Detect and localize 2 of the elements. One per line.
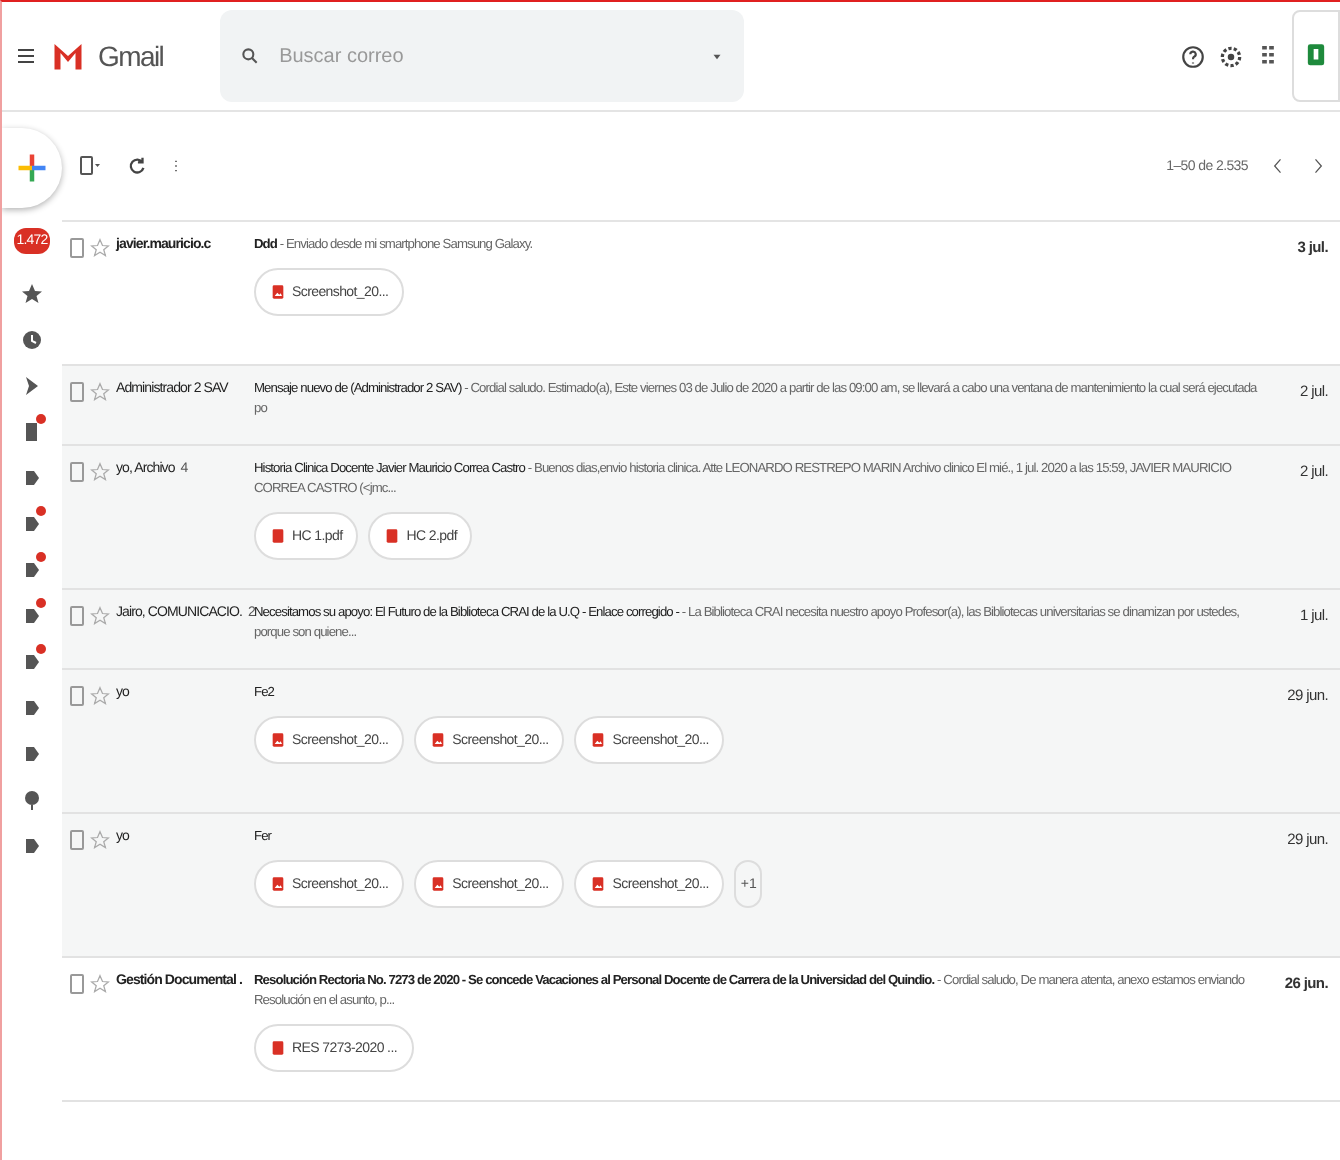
product-name: Gmail [98, 40, 164, 72]
search-field[interactable]: Buscar correo [275, 43, 694, 69]
